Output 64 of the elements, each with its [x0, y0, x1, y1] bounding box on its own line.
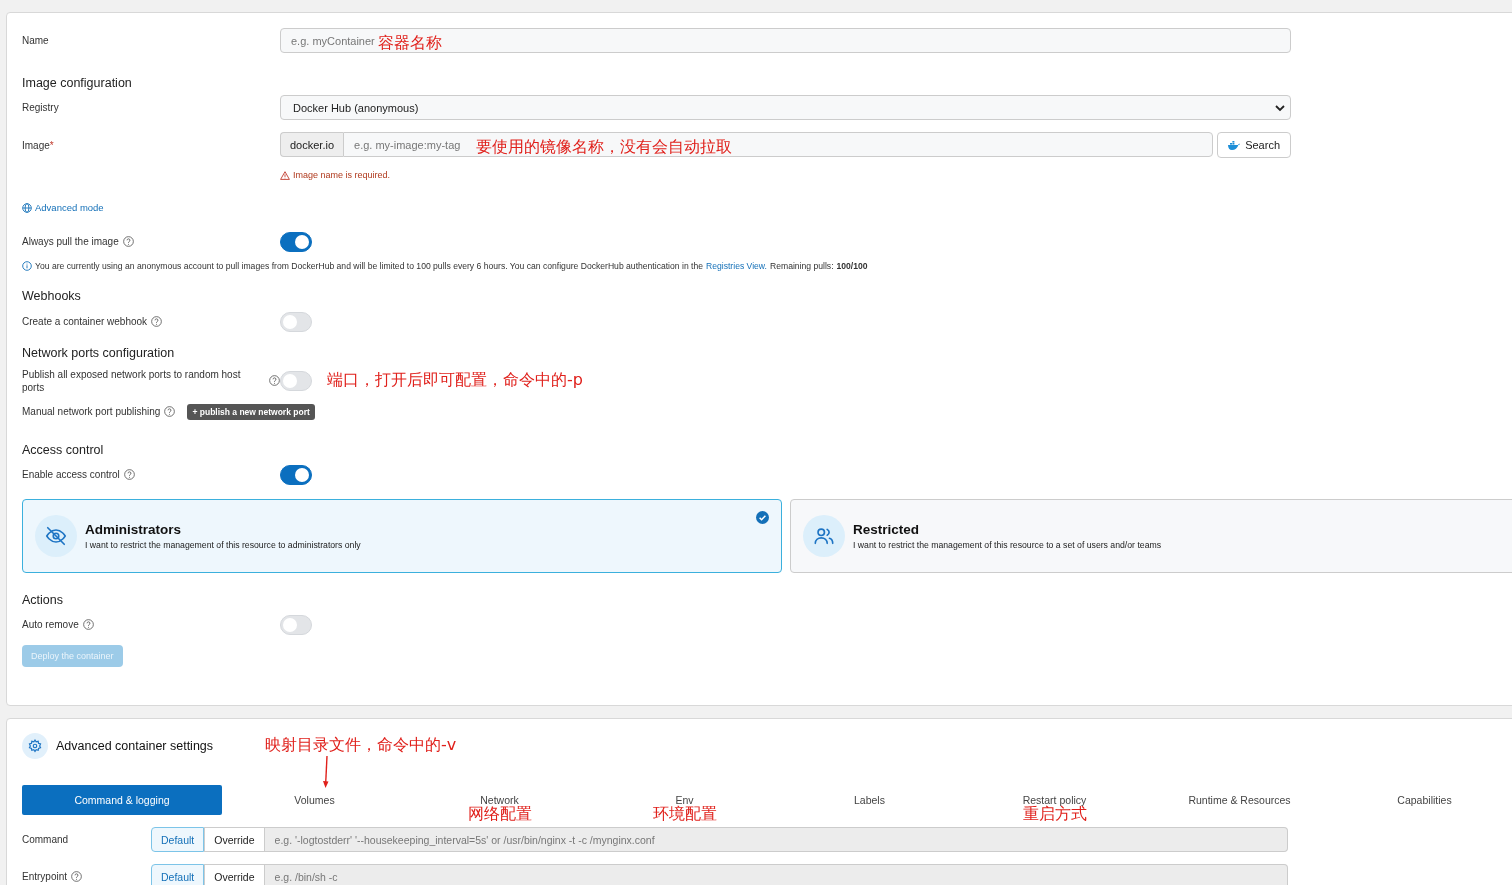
help-icon [164, 406, 176, 417]
access-option-card[interactable]: Restricted I want to restrict the management of this resource to a set of users and/or teams [790, 498, 1512, 573]
settings-tab[interactable]: Volumes [290, 785, 339, 815]
settings-tab[interactable]: Command & logging [22, 785, 222, 815]
option-title: Administrators [85, 521, 183, 537]
whale-icon [1228, 140, 1241, 150]
warning-icon [280, 170, 290, 180]
mode-button[interactable]: Override [204, 827, 265, 852]
annotation-note: 环境配置 [652, 804, 717, 825]
annotation-note: 端口，打开后即可配置，命令中的-p [327, 370, 583, 391]
mode-button[interactable]: Default [151, 827, 205, 852]
mode-button[interactable]: Default [151, 864, 205, 885]
option-description: I want to restrict the management of this resource to administrators only [85, 539, 361, 550]
search-button[interactable]: Search [1217, 132, 1291, 158]
check-circle-icon [756, 510, 769, 524]
registries-link[interactable]: Registries View. [706, 260, 767, 271]
section-title: Advanced container settings [56, 739, 214, 753]
toggle-switch[interactable] [280, 464, 312, 485]
field-label: Manual network port publishing [22, 406, 161, 417]
command-field[interactable]: e.g. /bin/sh -c [264, 864, 1288, 885]
help-icon [151, 316, 163, 327]
help-icon [122, 236, 134, 247]
field-label: Entrypoint [22, 871, 68, 882]
access-option-card[interactable]: Administrators I want to restrict the management of this resource to administrators only [22, 498, 782, 573]
section-title: Webhooks [22, 288, 82, 303]
annotation-note: 映射目录文件，命令中的-v [265, 735, 457, 756]
annotation-note: 要使用的镜像名称，没有会自动拉取 [476, 137, 733, 158]
advanced-mode-link[interactable]: Advanced mode [22, 202, 104, 213]
registry-select[interactable]: Docker Hub (anonymous) [280, 95, 1291, 120]
field-label: Command [22, 834, 69, 845]
field-label: Publish all exposed network ports to random host ports [22, 367, 242, 394]
toggle-switch[interactable] [280, 231, 312, 252]
help-icon [269, 375, 280, 386]
field-label: Name [22, 35, 50, 46]
annotation-note: 容器名称 [378, 33, 442, 54]
eye-slash-icon [45, 524, 67, 547]
publish-port-button[interactable]: + publish a new network port [187, 403, 315, 420]
mode-button[interactable]: Override [204, 864, 265, 885]
section-title: Network ports configuration [22, 345, 176, 360]
registry-prefix: docker.io [280, 132, 344, 157]
error-message: Image name is required. [280, 170, 391, 180]
option-title: Restricted [853, 521, 921, 537]
section-title: Actions [22, 592, 64, 607]
info-icon [22, 260, 32, 271]
field-label: Image* [22, 139, 55, 151]
section-title: Access control [22, 442, 105, 457]
gear-icon [22, 733, 48, 759]
settings-tab[interactable]: Capabilities [1393, 785, 1456, 815]
globe-icon [22, 202, 32, 213]
help-icon [123, 469, 135, 480]
settings-tab[interactable]: Runtime & Resources [1184, 785, 1295, 815]
field-label: Enable access control [22, 469, 120, 480]
field-label: Create a container webhook [22, 316, 148, 327]
field-label: Auto remove [22, 619, 79, 630]
option-description: I want to restrict the management of this resource to a set of users and/or teams [853, 539, 1162, 550]
settings-tab[interactable]: Labels [850, 785, 889, 815]
command-field[interactable]: e.g. '-logtostderr' '--housekeeping_interval=5s' or /usr/bin/nginx -t -c /mynginx.conf [264, 827, 1288, 852]
section-title: Image configuration [22, 76, 133, 90]
annotation-note: 网络配置 [467, 804, 532, 825]
field-label: Registry [22, 102, 60, 113]
info-message: You are currently using an anonymous account to pull images from DockerHub and will be limited to 100 pulls every 6 hours. You can configure DockerHub authentication in the Registries View. Remaining pulls: 100/100 [22, 260, 1512, 271]
chevron-down-icon [1275, 103, 1285, 112]
field-label: Always pull the image [22, 236, 119, 247]
help-icon [82, 619, 94, 630]
